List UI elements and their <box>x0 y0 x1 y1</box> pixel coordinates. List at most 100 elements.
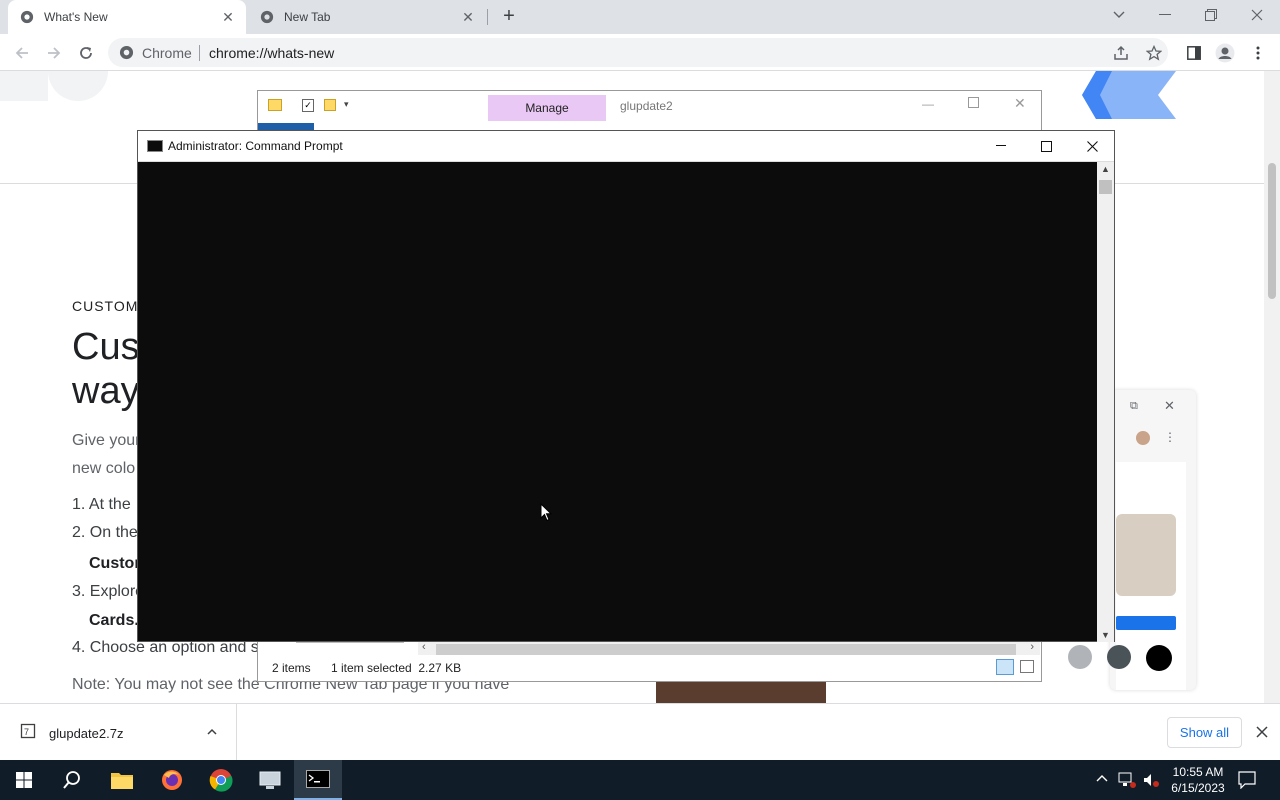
scrollbar-thumb[interactable] <box>1099 180 1112 194</box>
firefox-icon <box>162 770 182 790</box>
network-icon[interactable] <box>1118 772 1136 788</box>
tab-new-tab[interactable]: New Tab ✕ <box>248 0 486 34</box>
close-icon: ✕ <box>1164 398 1175 413</box>
explorer-titlebar: ✓ ▾ Manage glupdate2 — ✕ <box>258 91 1041 121</box>
maximize-icon[interactable] <box>968 97 979 108</box>
properties-icon[interactable]: ✓ <box>302 99 314 112</box>
chevron-up-icon[interactable] <box>1096 774 1108 782</box>
clock-date: 6/15/2023 <box>1171 781 1225 795</box>
new-folder-icon[interactable] <box>324 99 336 111</box>
side-panel-icon[interactable] <box>1184 43 1204 63</box>
cmd-title: Administrator: Command Prompt <box>168 139 343 153</box>
avatar <box>1136 431 1150 445</box>
step-item: 3. Explore <box>72 583 145 600</box>
close-icon[interactable] <box>1069 131 1115 161</box>
remote-desktop-taskbar[interactable] <box>246 760 294 800</box>
explorer-title: glupdate2 <box>620 99 673 113</box>
scroll-left-icon[interactable]: ‹ <box>422 641 426 653</box>
scroll-down-icon[interactable]: ▼ <box>1101 630 1110 640</box>
cmd-taskbar[interactable] <box>294 760 342 800</box>
maximize-icon[interactable] <box>1023 131 1069 161</box>
scrollbar-thumb[interactable] <box>436 644 1016 655</box>
color-swatch <box>1146 645 1172 671</box>
color-swatch <box>1068 645 1092 669</box>
cmd-scrollbar[interactable]: ▲ ▼ <box>1097 162 1114 642</box>
mouse-cursor-icon <box>540 503 552 522</box>
step-item: 1. At the <box>72 496 131 513</box>
url-text[interactable]: chrome://whats-new <box>209 45 334 61</box>
system-clock[interactable]: 10:55 AM 6/15/2023 <box>1162 764 1234 796</box>
omnibox-divider <box>199 45 200 61</box>
download-filename: glupdate2.7z <box>49 726 124 741</box>
tab-whats-new[interactable]: What's New ✕ <box>8 0 246 34</box>
large-icons-view-icon[interactable] <box>1020 660 1034 673</box>
chrome-icon <box>209 769 233 792</box>
search-button[interactable] <box>48 760 96 800</box>
bookmark-star-icon[interactable] <box>1144 43 1164 63</box>
forward-icon[interactable] <box>43 42 65 64</box>
chrome-taskbar[interactable] <box>197 760 245 800</box>
tab-divider <box>487 9 488 25</box>
clock-time: 10:55 AM <box>1172 765 1224 779</box>
reload-icon[interactable] <box>75 42 97 64</box>
close-tab-icon[interactable]: ✕ <box>220 9 236 25</box>
tab-search-icon[interactable] <box>1106 4 1132 26</box>
minimize-icon[interactable] <box>978 131 1024 161</box>
show-all-button[interactable]: Show all <box>1167 717 1242 748</box>
cmd-titlebar[interactable]: Administrator: Command Prompt <box>138 131 1114 162</box>
details-view-icon[interactable] <box>996 659 1014 675</box>
close-downloads-icon[interactable] <box>1256 726 1268 738</box>
command-prompt-window[interactable]: Administrator: Command Prompt ▲ ▼ <box>137 130 1115 642</box>
preview-button <box>1116 616 1176 630</box>
menu-kebab-icon[interactable] <box>1248 43 1268 63</box>
chevron-up-icon[interactable] <box>207 728 217 735</box>
minimize-icon[interactable]: — <box>922 97 934 111</box>
download-item[interactable]: 7 glupdate2.7z <box>0 704 237 761</box>
minimize-icon[interactable] <box>1152 4 1178 26</box>
notification-icon[interactable] <box>1238 771 1256 789</box>
page-decoration <box>48 71 108 101</box>
page-decoration <box>0 71 48 101</box>
folder-icon <box>111 773 133 789</box>
close-window-icon[interactable] <box>1244 4 1270 26</box>
search-icon <box>63 771 80 789</box>
preview-thumbnail <box>1116 514 1176 596</box>
chrome-site-icon <box>119 45 134 60</box>
page-scrollbar[interactable] <box>1264 71 1280 703</box>
intro-text: new colo <box>72 460 136 477</box>
scroll-right-icon[interactable]: › <box>1030 641 1034 653</box>
new-tab-button[interactable]: + <box>498 6 520 28</box>
svg-text:7: 7 <box>24 727 29 737</box>
close-tab-icon[interactable]: ✕ <box>460 9 476 25</box>
windows-logo-icon <box>16 772 32 788</box>
profile-avatar-icon[interactable] <box>1215 43 1235 63</box>
address-bar[interactable]: Chrome chrome://whats-new <box>108 38 1168 67</box>
restore-icon[interactable] <box>1198 4 1224 26</box>
share-icon[interactable] <box>1111 43 1131 63</box>
scroll-up-icon[interactable]: ▲ <box>1101 164 1110 174</box>
chrome-icon <box>20 10 34 24</box>
folder-icon <box>268 99 282 111</box>
step-bold-text: Custon <box>89 555 145 572</box>
firefox-taskbar[interactable] <box>148 760 196 800</box>
menu-kebab-icon: ⋮ <box>1164 430 1176 444</box>
cmd-icon <box>147 140 163 152</box>
scrollbar-thumb[interactable] <box>1268 163 1276 299</box>
start-button[interactable] <box>0 760 48 800</box>
close-icon[interactable]: ✕ <box>1014 95 1026 112</box>
manage-tab[interactable]: Manage <box>488 95 606 121</box>
file-explorer-taskbar[interactable] <box>98 760 146 800</box>
volume-muted-icon[interactable] <box>1142 772 1160 788</box>
chrome-icon <box>260 10 274 24</box>
selection-info: 1 item selected 2.27 KB <box>331 661 462 675</box>
step-bold-text: Cards. <box>89 612 139 629</box>
color-swatch <box>1107 645 1131 669</box>
back-icon[interactable] <box>11 42 33 64</box>
computer-icon <box>259 771 281 789</box>
tab-title: New Tab <box>284 10 331 24</box>
customize-qat-icon[interactable]: ▾ <box>344 99 349 110</box>
explorer-status-bar: 2 items 1 item selected 2.27 KB <box>258 655 1041 681</box>
cmd-icon <box>306 770 330 788</box>
browser-toolbar: Chrome chrome://whats-new <box>0 34 1280 71</box>
windows-taskbar: 10:55 AM 6/15/2023 <box>0 760 1280 800</box>
